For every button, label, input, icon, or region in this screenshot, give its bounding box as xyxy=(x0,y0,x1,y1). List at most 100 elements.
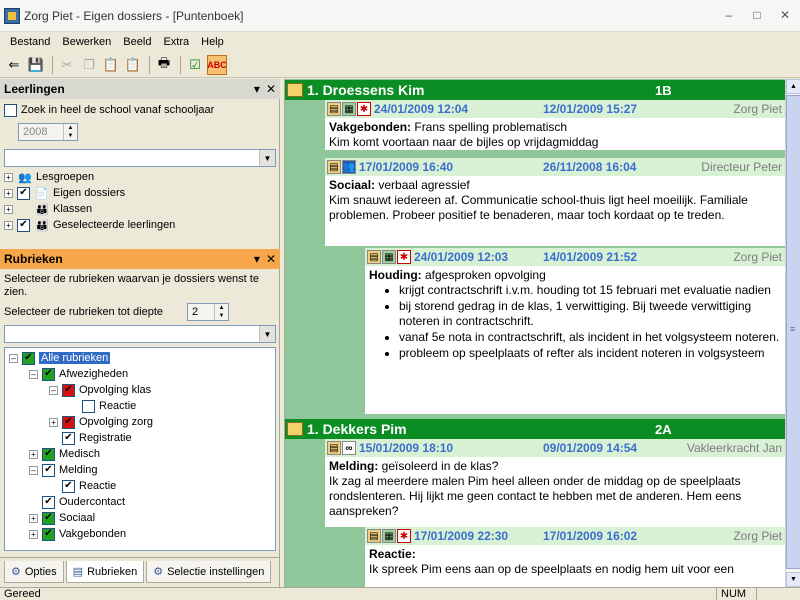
tab-selectie-instellingen[interactable]: ⚙ Selectie instellingen xyxy=(146,561,272,583)
collapse-icon[interactable]: – xyxy=(49,385,58,395)
tab-opties[interactable]: ⚙ Opties xyxy=(4,561,64,583)
tree-item-lesgroepen[interactable]: + 👥 Lesgroepen xyxy=(4,169,276,185)
entry-date-created: 26/11/2008 16:04 xyxy=(543,160,637,174)
paste-icon[interactable]: 📋 xyxy=(101,55,121,75)
entry-date-modified: 17/01/2009 16:40 xyxy=(359,160,454,174)
chevron-down-icon[interactable]: ▼ xyxy=(259,326,275,342)
year-stepper[interactable]: 2008 ▲ ▼ xyxy=(18,123,78,141)
leerlingen-filter-combo[interactable]: ▼ xyxy=(4,149,276,167)
spin-down-icon[interactable]: ▼ xyxy=(215,312,228,320)
tree-checkbox[interactable] xyxy=(62,415,75,429)
tree-checkbox[interactable] xyxy=(82,399,95,413)
depth-stepper[interactable]: 2 ▲ ▼ xyxy=(187,303,229,321)
scroll-thumb[interactable] xyxy=(786,95,800,569)
tree-checkbox[interactable] xyxy=(62,431,75,445)
tree-item-alle-rubrieken[interactable]: – Alle rubrieken xyxy=(9,350,271,366)
menu-bestand[interactable]: Bestand xyxy=(4,36,56,48)
student-header[interactable]: 1. Droessens Kim 1B xyxy=(285,80,785,100)
menu-bewerken[interactable]: Bewerken xyxy=(56,36,117,48)
dropdown-icon[interactable]: ▾ xyxy=(254,252,260,266)
tree-item-opvolging-zorg[interactable]: + Opvolging zorg xyxy=(9,414,271,430)
note-icon: ▤ xyxy=(367,529,381,543)
tree-checkbox[interactable] xyxy=(62,479,75,493)
entry-category: Houding: xyxy=(369,268,422,282)
entry-bullet-list: krijgt contractschrift i.v.m. houding to… xyxy=(399,283,782,361)
collapse-icon[interactable]: – xyxy=(9,353,18,363)
dossier-entry[interactable]: ▤ ▦ ✱ 24/01/2009 12:04 12/01/2009 15:27 Zo… xyxy=(325,100,785,150)
spin-up-icon[interactable]: ▲ xyxy=(215,304,228,312)
tree-item-opvolging-klas[interactable]: – Opvolging klas xyxy=(9,382,271,398)
check-icon[interactable]: ☑ xyxy=(185,55,205,75)
scroll-up-icon[interactable]: ▲ xyxy=(786,79,800,94)
paste-special-icon[interactable]: 📋 xyxy=(123,55,143,75)
doc-icon: ▦ xyxy=(382,250,396,264)
tree-checkbox[interactable] xyxy=(42,463,55,477)
tree-checkbox[interactable] xyxy=(17,186,30,200)
spellcheck-icon[interactable]: ABC xyxy=(207,54,227,75)
close-button[interactable]: ✕ xyxy=(774,6,796,24)
vertical-scrollbar[interactable]: ▲ ▼ xyxy=(785,79,800,587)
search-all-option[interactable]: Zoek in heel de school vanaf schooljaar xyxy=(0,101,280,119)
tree-label: Vakgebonden xyxy=(59,528,127,540)
tree-checkbox[interactable] xyxy=(62,383,75,397)
expand-icon[interactable]: + xyxy=(29,513,38,523)
menu-beeld[interactable]: Beeld xyxy=(117,36,157,48)
tree-checkbox[interactable] xyxy=(22,351,35,365)
tree-item-reactie[interactable]: Reactie xyxy=(9,478,271,494)
minimize-button[interactable]: – xyxy=(718,6,740,24)
dossier-entry[interactable]: ▤ 👥 17/01/2009 16:40 26/11/2008 16:04 Dir… xyxy=(325,158,785,246)
tab-rubrieken[interactable]: ▤ Rubrieken xyxy=(65,561,145,583)
collapse-icon[interactable]: – xyxy=(29,465,38,475)
copy-icon[interactable]: ❐ xyxy=(79,55,99,75)
tree-item-geselecteerde-leerlingen[interactable]: + 👪 Geselecteerde leerlingen xyxy=(4,217,276,233)
student-header[interactable]: 1. Dekkers Pim 2A xyxy=(285,419,785,439)
tree-item-oudercontact[interactable]: Oudercontact xyxy=(9,494,271,510)
spin-up-icon[interactable]: ▲ xyxy=(64,124,77,132)
expand-icon[interactable]: + xyxy=(29,449,38,459)
menu-help[interactable]: Help xyxy=(195,36,230,48)
search-all-checkbox[interactable] xyxy=(4,103,17,117)
menu-extra[interactable]: Extra xyxy=(157,36,195,48)
tree-item-afwezigheden[interactable]: – Afwezigheden xyxy=(9,366,271,382)
dossier-entry[interactable]: ▤ ∞ 15/01/2009 18:10 09/01/2009 14:54 Vak… xyxy=(325,439,785,527)
rubrieken-filter-combo[interactable]: ▼ xyxy=(4,325,276,343)
dropdown-icon[interactable]: ▾ xyxy=(254,82,260,96)
tree-item-registratie[interactable]: Registratie xyxy=(9,430,271,446)
dossier-entry[interactable]: ▤ ▦ ✱ 17/01/2009 22:30 17/01/2009 16:02 Zo… xyxy=(365,527,785,587)
tree-item-melding[interactable]: – Melding xyxy=(9,462,271,478)
leerlingen-title: Leerlingen xyxy=(4,82,65,96)
tree-item-vakgebonden[interactable]: + Vakgebonden xyxy=(9,526,271,542)
back-icon[interactable]: ⇐ xyxy=(4,55,24,75)
maximize-button[interactable]: □ xyxy=(746,6,768,24)
save-icon[interactable]: 💾 xyxy=(26,55,46,75)
dossier-entry[interactable]: ▤ ▦ ✱ 24/01/2009 12:03 14/01/2009 21:52 Zo… xyxy=(365,248,785,414)
rubrieken-icon: ▤ xyxy=(72,566,84,578)
expand-icon[interactable]: + xyxy=(4,204,13,214)
expand-icon[interactable]: + xyxy=(49,417,58,427)
expand-icon[interactable]: + xyxy=(4,188,13,198)
tree-item-medisch[interactable]: + Medisch xyxy=(9,446,271,462)
tree-item-reactie[interactable]: Reactie xyxy=(9,398,271,414)
expand-icon[interactable]: + xyxy=(29,529,38,539)
doc-icon: ▦ xyxy=(382,529,396,543)
tree-checkbox[interactable] xyxy=(42,495,55,509)
tree-checkbox[interactable] xyxy=(42,367,55,381)
tree-checkbox[interactable] xyxy=(17,218,30,232)
tree-item-sociaal[interactable]: + Sociaal xyxy=(9,510,271,526)
cut-icon[interactable]: ✂ xyxy=(57,55,77,75)
print-icon[interactable]: 🖶 xyxy=(154,55,174,75)
collapse-icon[interactable]: – xyxy=(29,369,38,379)
scroll-down-icon[interactable]: ▼ xyxy=(786,572,800,587)
expand-icon[interactable]: + xyxy=(4,172,13,182)
tree-checkbox[interactable] xyxy=(42,511,55,525)
tree-item-eigen-dossiers[interactable]: + 📄 Eigen dossiers xyxy=(4,185,276,201)
tree-label: Oudercontact xyxy=(59,496,126,508)
expand-icon[interactable]: + xyxy=(4,220,13,230)
close-icon[interactable]: ✕ xyxy=(266,82,276,96)
chevron-down-icon[interactable]: ▼ xyxy=(259,150,275,166)
close-icon[interactable]: ✕ xyxy=(266,252,276,266)
tree-item-klassen[interactable]: + 👪 Klassen xyxy=(4,201,276,217)
tree-checkbox[interactable] xyxy=(42,447,55,461)
tree-checkbox[interactable] xyxy=(42,527,55,541)
spin-down-icon[interactable]: ▼ xyxy=(64,132,77,140)
